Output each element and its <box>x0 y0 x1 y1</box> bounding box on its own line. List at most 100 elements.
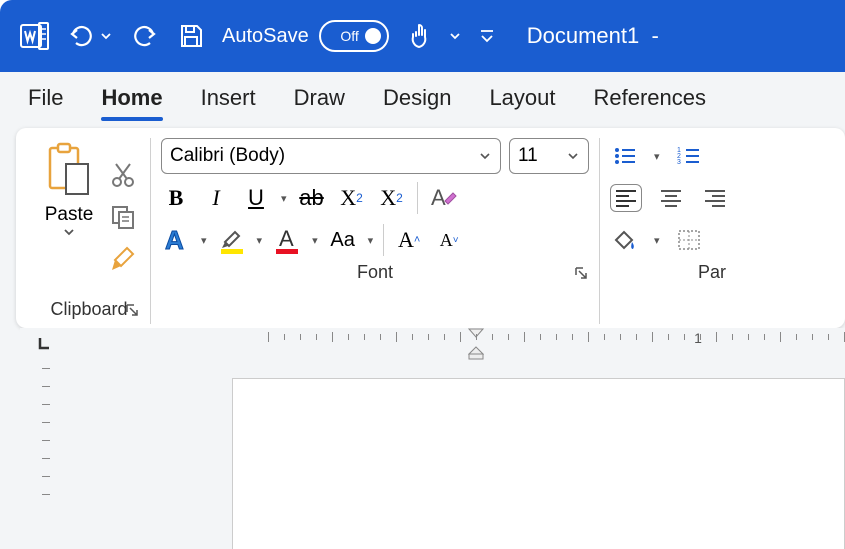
document-area <box>20 358 845 549</box>
font-color-button[interactable]: A <box>272 222 302 258</box>
bullets-dropdown[interactable]: ▾ <box>654 150 660 163</box>
subscript-button[interactable]: X2 <box>337 180 367 216</box>
tab-home[interactable]: Home <box>101 79 162 117</box>
separator <box>417 182 418 214</box>
font-name-combo[interactable]: Calibri (Body) <box>161 138 501 174</box>
qat-customize-button[interactable] <box>479 28 495 44</box>
underline-button[interactable]: U <box>241 180 271 216</box>
change-case-dropdown[interactable]: ▾ <box>368 234 374 247</box>
align-center-button[interactable] <box>656 180 686 216</box>
ruler-tick <box>444 334 445 340</box>
autosave-state-text: Off <box>340 28 358 44</box>
ruler-tick <box>284 334 285 340</box>
autosave-label: AutoSave <box>222 25 309 48</box>
superscript-button[interactable]: X2 <box>377 180 407 216</box>
ruler-tick <box>620 334 621 340</box>
borders-button[interactable] <box>674 222 704 258</box>
cut-button[interactable] <box>106 158 140 192</box>
tab-design[interactable]: Design <box>383 79 451 117</box>
undo-button[interactable] <box>68 24 112 48</box>
paste-button[interactable]: Paste <box>38 138 100 295</box>
scissors-icon <box>110 161 136 189</box>
italic-button[interactable]: I <box>201 180 231 216</box>
toggle-knob <box>365 28 381 44</box>
ruler-tick <box>460 332 461 342</box>
touch-icon <box>407 22 431 50</box>
horizontal-ruler[interactable]: 12 <box>68 328 845 358</box>
vruler-tick <box>42 386 50 387</box>
ruler-tick <box>492 334 493 340</box>
vruler-tick <box>42 404 50 405</box>
shading-button[interactable] <box>610 222 640 258</box>
ribbon: Paste Clipboard <box>16 128 845 328</box>
svg-text:A: A <box>279 226 294 251</box>
dialog-launcher-icon <box>573 265 589 281</box>
bullets-button[interactable] <box>610 138 640 174</box>
redo-button[interactable] <box>132 24 158 48</box>
clear-formatting-button[interactable]: A <box>428 180 458 216</box>
grow-font-button[interactable]: A˄ <box>394 222 424 258</box>
format-painter-button[interactable] <box>106 242 140 276</box>
group-label-font: Font <box>357 262 393 283</box>
chevron-down-icon <box>478 150 492 162</box>
underline-dropdown[interactable]: ▾ <box>281 192 287 205</box>
clear-format-icon: A <box>429 185 457 211</box>
font-launcher[interactable] <box>573 265 589 281</box>
text-effects-dropdown[interactable]: ▾ <box>201 234 207 247</box>
align-right-button[interactable] <box>700 180 730 216</box>
ruler-tick <box>364 334 365 340</box>
ruler-area: 12 <box>20 328 845 358</box>
tab-left-icon <box>37 336 51 350</box>
font-size-combo[interactable]: 11 <box>509 138 589 174</box>
strikethrough-button[interactable]: ab <box>297 180 327 216</box>
paste-label: Paste <box>45 204 94 226</box>
ruler-tick <box>588 332 589 342</box>
ruler-tick <box>540 334 541 340</box>
shading-dropdown[interactable]: ▾ <box>654 234 660 247</box>
ruler-tick <box>332 332 333 342</box>
ruler-tick <box>684 334 685 340</box>
ruler-tick <box>524 332 525 342</box>
ruler-tick <box>828 334 829 340</box>
highlight-button[interactable] <box>217 222 247 258</box>
group-clipboard: Paste Clipboard <box>28 138 151 324</box>
page-canvas[interactable] <box>232 378 845 549</box>
group-label-paragraph: Par <box>698 262 726 283</box>
title-bar: AutoSave Off Document1 - <box>0 0 845 72</box>
touch-mode-dropdown[interactable] <box>449 30 461 42</box>
ruler-tick <box>316 334 317 340</box>
vertical-ruler[interactable] <box>20 358 62 549</box>
autosave-toggle[interactable]: Off <box>319 20 389 52</box>
font-color-dropdown[interactable]: ▾ <box>312 234 318 247</box>
bold-button[interactable]: B <box>161 180 191 216</box>
save-button[interactable] <box>178 23 204 49</box>
copy-button[interactable] <box>106 200 140 234</box>
word-app-icon <box>20 22 50 50</box>
tab-file[interactable]: File <box>28 79 63 117</box>
tab-draw[interactable]: Draw <box>294 79 345 117</box>
clipboard-launcher[interactable] <box>124 302 140 318</box>
align-left-button[interactable] <box>610 184 642 212</box>
redo-icon <box>132 24 158 48</box>
ruler-tick <box>764 334 765 340</box>
ruler-tick <box>348 334 349 340</box>
group-paragraph: ▾ 123 <box>600 138 730 324</box>
ruler-tick <box>380 334 381 340</box>
hanging-indent-marker[interactable] <box>468 346 484 360</box>
ruler-tick <box>652 332 653 342</box>
tab-references[interactable]: References <box>594 79 707 117</box>
ruler-tick <box>396 332 397 342</box>
shrink-font-button[interactable]: A˅ <box>434 222 464 258</box>
numbering-button[interactable]: 123 <box>674 138 704 174</box>
text-effects-button[interactable]: A <box>161 222 191 258</box>
touch-mode-button[interactable] <box>407 22 431 50</box>
separator <box>383 224 384 256</box>
numbering-icon: 123 <box>677 146 701 166</box>
tab-selector[interactable] <box>20 328 68 358</box>
tab-insert[interactable]: Insert <box>201 79 256 117</box>
tab-layout[interactable]: Layout <box>489 79 555 117</box>
ruler-tick <box>508 334 509 340</box>
highlight-dropdown[interactable]: ▾ <box>257 234 263 247</box>
highlight-icon <box>217 226 247 254</box>
change-case-button[interactable]: Aa <box>328 222 358 258</box>
